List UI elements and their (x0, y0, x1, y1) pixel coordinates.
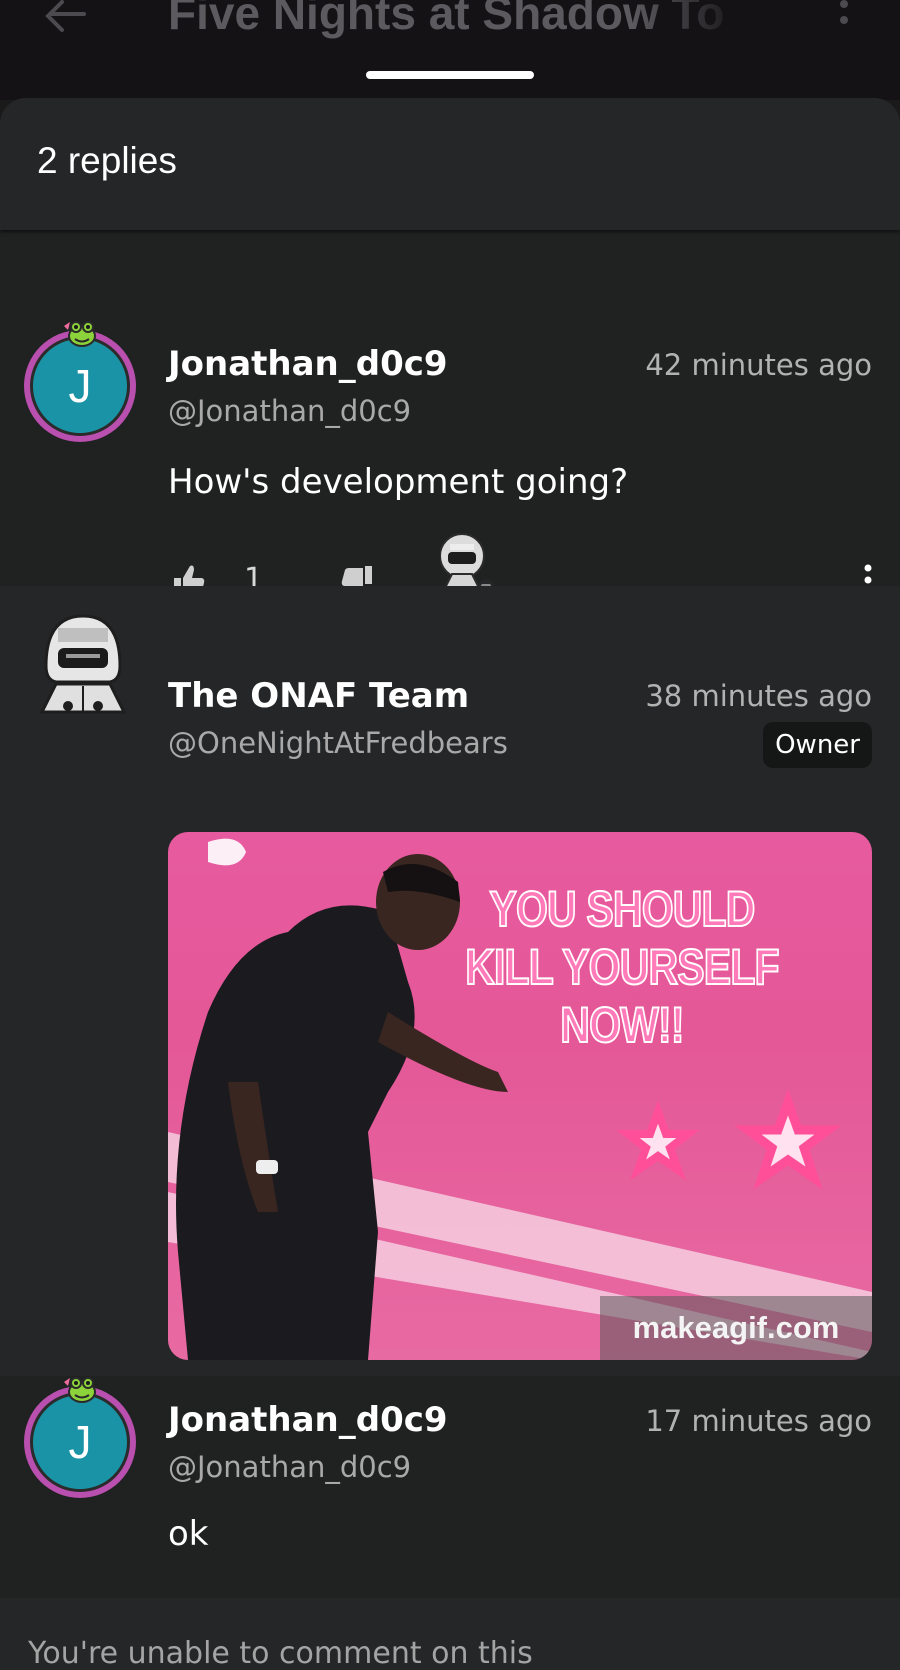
comment-body: ok (168, 1514, 209, 1554)
frog-badge-icon (64, 1377, 96, 1403)
frog-badge-icon (64, 321, 96, 347)
comment-handle[interactable]: @Jonathan_d0c9 (168, 1450, 411, 1484)
owner-badge: Owner (763, 722, 872, 768)
replies-count: 2 replies (37, 140, 177, 181)
comment-handle[interactable]: @Jonathan_d0c9 (168, 394, 411, 428)
comment-handle[interactable]: @OneNightAtFredbears (168, 726, 508, 760)
gif-watermark: makeagif.com (600, 1296, 872, 1360)
replies-sheet: 2 replies J Jonathan_d0c9 @Jonathan_d0c9… (0, 98, 900, 1670)
replies-header: 2 replies (0, 98, 900, 230)
avatar-letter: J (30, 336, 130, 436)
gif-caption: YOU SHOULD KILL YOURSELF NOW!! (464, 880, 780, 1054)
arrow-left-icon[interactable] (40, 0, 90, 36)
sheet-drag-handle[interactable] (366, 71, 534, 79)
avatar-letter: J (30, 1392, 130, 1492)
comment-body: How's development going? (168, 462, 629, 502)
comment-disabled-bar: You're unable to comment on this (0, 1598, 900, 1670)
more-vertical-icon[interactable] (832, 0, 856, 36)
gif-image[interactable]: YOU SHOULD KILL YOURSELF NOW!! makeagif.… (168, 832, 872, 1360)
comment-author[interactable]: The ONAF Team (168, 676, 469, 716)
robot-avatar-icon[interactable] (38, 608, 128, 718)
comment-time: 17 minutes ago (645, 1404, 872, 1438)
comment-time: 38 minutes ago (645, 679, 872, 713)
page-title: Five Nights at Shadow To (168, 0, 725, 39)
comment-author[interactable]: Jonathan_d0c9 (168, 1400, 448, 1440)
comment-time: 42 minutes ago (645, 348, 872, 382)
reply-comment: The ONAF Team @OneNightAtFredbears 38 mi… (0, 586, 900, 1457)
comment-author[interactable]: Jonathan_d0c9 (168, 344, 448, 384)
comment-disabled-notice: You're unable to comment on this (28, 1636, 533, 1670)
top-app-bar: Five Nights at Shadow To (0, 0, 900, 100)
